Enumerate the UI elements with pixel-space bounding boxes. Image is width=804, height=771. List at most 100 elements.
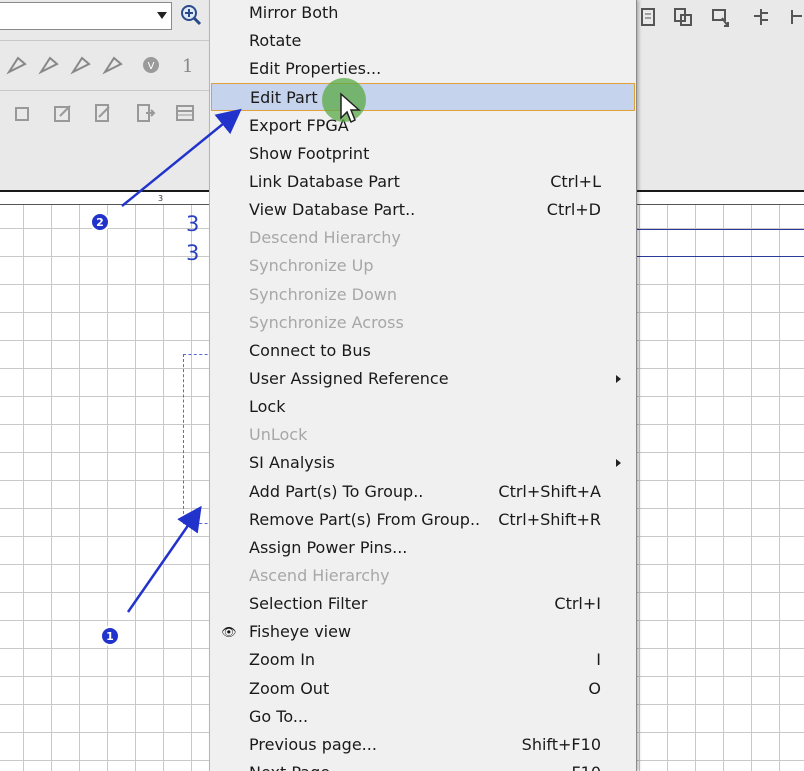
menu-item-label: View Database Part.. xyxy=(249,200,416,220)
place-icon[interactable] xyxy=(10,100,36,126)
menu-item-label: Edit Part xyxy=(250,88,318,108)
menu-item-label: SI Analysis xyxy=(249,453,335,473)
menu-item-label: Add Part(s) To Group.. xyxy=(249,481,424,501)
chevron-down-icon[interactable] xyxy=(157,12,167,19)
menu-item-view-database-part[interactable]: View Database Part.. Ctrl+D xyxy=(211,196,635,224)
menu-item-shortcut: O xyxy=(588,678,601,698)
menu-item-mirror-both[interactable]: Mirror Both xyxy=(211,0,635,27)
menu-item-zoom-in[interactable]: Zoom In I xyxy=(211,646,635,674)
annotate-icon[interactable] xyxy=(90,100,116,126)
menu-item-shortcut: Ctrl+Shift+A xyxy=(498,481,601,501)
menu-item-lock[interactable]: Lock xyxy=(211,393,635,421)
context-menu: Mirror Both Rotate Edit Properties... Edit … xyxy=(209,0,637,771)
menu-item-edit-properties[interactable]: Edit Properties... xyxy=(211,55,635,83)
menu-item-shortcut: Ctrl+Shift+R xyxy=(498,509,601,529)
menu-item-remove-part-s-from-group[interactable]: Remove Part(s) From Group.. Ctrl+Shift+R xyxy=(211,506,635,534)
pin-icon[interactable] xyxy=(68,52,94,78)
menu-item-label: Remove Part(s) From Group.. xyxy=(249,509,481,529)
menu-item-fisheye-view[interactable]: 👁 Fisheye view xyxy=(211,618,635,646)
menu-item-previous-page[interactable]: Previous page... Shift+F10 xyxy=(211,731,635,759)
menu-item-add-part-s-to-group[interactable]: Add Part(s) To Group.. Ctrl+Shift+A xyxy=(211,478,635,506)
menu-item-label: Link Database Part xyxy=(249,171,400,191)
part-icon[interactable]: V xyxy=(138,52,164,78)
menu-item-link-database-part[interactable]: Link Database Part Ctrl+L xyxy=(211,168,635,196)
menu-item-shortcut: Ctrl+I xyxy=(554,594,601,614)
table-icon[interactable] xyxy=(172,100,198,126)
right-toolbar xyxy=(636,0,804,40)
menu-item-label: UnLock xyxy=(249,425,308,445)
menu-item-label: Ascend Hierarchy xyxy=(249,566,390,585)
menu-item-rotate[interactable]: Rotate xyxy=(211,27,635,55)
pin-number-label: 3 xyxy=(186,212,200,236)
zoom-in-icon[interactable] xyxy=(178,2,204,28)
menu-item-label: User Assigned Reference xyxy=(249,368,449,388)
menu-item-label: Previous page... xyxy=(249,734,377,754)
menu-item-ascend-hierarchy[interactable]: Ascend Hierarchy xyxy=(211,562,635,590)
pin-icon[interactable] xyxy=(100,52,126,78)
eye-icon: 👁 xyxy=(221,625,237,640)
part-icon[interactable]: 1 xyxy=(176,52,202,78)
menu-item-assign-power-pins[interactable]: Assign Power Pins... xyxy=(211,534,635,562)
menu-item-si-analysis[interactable]: SI Analysis xyxy=(211,449,635,477)
grid-icon[interactable] xyxy=(636,4,662,30)
menu-item-shortcut: Shift+F10 xyxy=(521,734,601,754)
edit-icon[interactable] xyxy=(50,100,76,126)
menu-item-label: Mirror Both xyxy=(249,3,339,22)
menu-item-zoom-out[interactable]: Zoom Out O xyxy=(211,675,635,703)
menu-item-synchronize-up[interactable]: Synchronize Up xyxy=(211,252,635,280)
menu-item-edit-part[interactable]: Edit Part xyxy=(211,83,635,112)
menu-item-label: Go To... xyxy=(249,706,309,726)
menu-item-unlock[interactable]: UnLock xyxy=(211,421,635,449)
menu-item-synchronize-across[interactable]: Synchronize Across xyxy=(211,309,635,337)
annotation-badge-2: 2 xyxy=(90,212,110,232)
menu-item-go-to[interactable]: Go To... xyxy=(211,703,635,731)
menu-item-shortcut: I xyxy=(596,650,601,670)
pin-icon[interactable] xyxy=(4,52,30,78)
right-panel xyxy=(636,40,804,190)
toolbar-combo-box[interactable] xyxy=(0,2,172,30)
menu-item-synchronize-down[interactable]: Synchronize Down xyxy=(211,281,635,309)
tree-icon[interactable] xyxy=(748,4,774,30)
menu-item-connect-to-bus[interactable]: Connect to Bus xyxy=(211,337,635,365)
menu-item-export-fpga[interactable]: Export FPGA xyxy=(211,112,635,140)
toolbar-separator xyxy=(0,90,210,91)
page-icon[interactable] xyxy=(670,4,696,30)
mouse-cursor-icon xyxy=(340,92,361,124)
tree-icon[interactable] xyxy=(782,4,804,30)
menu-item-label: Selection Filter xyxy=(249,594,368,614)
menu-item-label: Edit Properties... xyxy=(249,59,382,79)
annotation-badge-1: 1 xyxy=(100,626,120,646)
menu-item-label: Descend Hierarchy xyxy=(249,228,401,248)
menu-item-label: Zoom Out xyxy=(249,678,330,698)
hierarchy-icon[interactable] xyxy=(708,4,734,30)
chevron-right-icon xyxy=(616,374,621,383)
menu-item-label: Assign Power Pins... xyxy=(249,537,408,557)
ruler-tick-label: 3 xyxy=(158,194,164,203)
menu-item-label: Synchronize Across xyxy=(249,312,404,332)
menu-item-descend-hierarchy[interactable]: Descend Hierarchy xyxy=(211,224,635,252)
net-wire xyxy=(636,229,804,230)
pin-number-label: 3 xyxy=(186,241,200,265)
toolbar-separator xyxy=(0,40,210,41)
net-wire xyxy=(636,256,804,257)
menu-item-show-footprint[interactable]: Show Footprint xyxy=(211,140,635,168)
export-icon[interactable] xyxy=(132,100,158,126)
menu-item-selection-filter[interactable]: Selection Filter Ctrl+I xyxy=(211,590,635,618)
svg-text:V: V xyxy=(148,61,155,72)
menu-item-user-assigned-reference[interactable]: User Assigned Reference xyxy=(211,365,635,393)
svg-text:1: 1 xyxy=(182,56,193,76)
menu-item-label: Rotate xyxy=(249,31,302,51)
menu-item-label: Connect to Bus xyxy=(249,340,371,360)
pin-icon[interactable] xyxy=(36,52,62,78)
menu-item-shortcut: Ctrl+D xyxy=(546,200,601,220)
menu-item-label: Synchronize Down xyxy=(249,284,397,304)
menu-item-label: Lock xyxy=(249,397,286,417)
menu-item-shortcut: F10 xyxy=(571,759,601,771)
left-toolbar: V 1 xyxy=(0,0,210,190)
menu-item-label: Synchronize Up xyxy=(249,256,374,276)
menu-item-shortcut: Ctrl+L xyxy=(550,171,601,191)
menu-item-label: Zoom In xyxy=(249,650,316,670)
menu-item-label: Show Footprint xyxy=(249,143,370,163)
menu-item-label: Next Page... xyxy=(249,759,345,771)
menu-item-next-page[interactable]: Next Page... F10 xyxy=(211,759,635,771)
